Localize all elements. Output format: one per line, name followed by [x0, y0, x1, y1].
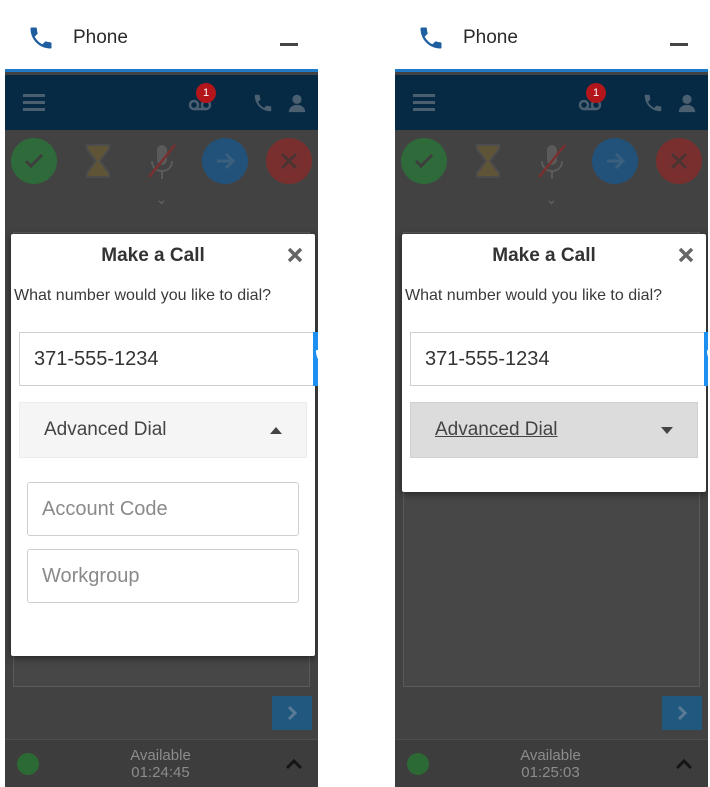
- call-actions: [5, 138, 318, 188]
- phone-icon: [30, 27, 52, 48]
- close-icon[interactable]: [285, 245, 305, 265]
- phone-icon: [316, 350, 318, 359]
- phone-panel-collapsed: Phone 1 ⌄ Available 01:25:03 Make a Call…: [395, 6, 708, 787]
- dialog-title: Make a Call: [492, 245, 596, 266]
- caret-up-icon: [270, 426, 282, 434]
- mute-icon: [147, 144, 176, 179]
- hangup-button[interactable]: [266, 138, 312, 184]
- app-title: Phone: [73, 26, 128, 48]
- status-text: Available 01:24:45: [39, 747, 282, 781]
- chevron-down-icon[interactable]: ⌄: [395, 191, 708, 208]
- dial-row: [410, 332, 708, 386]
- status-time: 01:24:45: [131, 763, 190, 781]
- workgroup-select[interactable]: Workgroup: [27, 549, 299, 603]
- next-button[interactable]: [272, 696, 312, 730]
- hourglass-icon: [475, 144, 500, 178]
- minimize-icon[interactable]: [280, 43, 298, 46]
- answer-button[interactable]: [11, 138, 57, 184]
- close-icon[interactable]: [676, 245, 696, 265]
- status-text: Available 01:25:03: [429, 747, 672, 781]
- account-code-placeholder: Account Code: [42, 497, 168, 520]
- advanced-dial-toggle[interactable]: Advanced Dial: [410, 402, 698, 458]
- transfer-icon: [607, 152, 626, 170]
- dialog-title: Make a Call: [101, 245, 205, 266]
- phone-icon[interactable]: [642, 92, 664, 114]
- title-bar: Phone: [395, 6, 708, 72]
- dialog-header: Make a Call: [11, 234, 315, 278]
- dial-button[interactable]: [704, 332, 708, 386]
- phone-panel-expanded: Phone 1 ⌄ Available 01:24:45 Make a Call…: [5, 6, 318, 787]
- voicemail-button[interactable]: 1: [188, 82, 216, 114]
- make-call-dialog: Make a Call What number would you like t…: [11, 234, 318, 656]
- dial-row: [19, 332, 318, 386]
- phone-icon: [420, 27, 442, 48]
- advanced-dial-toggle[interactable]: Advanced Dial: [19, 402, 307, 458]
- phone-icon[interactable]: [252, 92, 274, 114]
- nav-bar: 1: [5, 75, 318, 130]
- check-icon: [24, 153, 44, 169]
- dial-prompt: What number would you like to dial?: [405, 287, 663, 304]
- hourglass-icon: [85, 144, 110, 178]
- next-button[interactable]: [662, 696, 702, 730]
- hangup-icon: [280, 152, 298, 170]
- user-icon[interactable]: [286, 92, 308, 114]
- available-icon[interactable]: [407, 752, 429, 775]
- status-bar: Available 01:25:03: [395, 739, 708, 787]
- advanced-dial-label: Advanced Dial: [44, 419, 167, 440]
- chevron-up-icon[interactable]: [672, 752, 696, 776]
- hold-button[interactable]: [75, 138, 121, 184]
- transfer-button[interactable]: [592, 138, 639, 184]
- hangup-icon: [670, 152, 688, 170]
- transfer-button[interactable]: [202, 138, 249, 184]
- status-label: Available: [130, 746, 191, 764]
- make-call-dialog: Make a Call What number would you like t…: [402, 234, 708, 492]
- transfer-icon: [217, 152, 236, 170]
- check-icon: [414, 153, 434, 169]
- account-code-select[interactable]: Account Code: [27, 482, 299, 536]
- chevron-right-icon: [287, 705, 298, 721]
- mute-icon: [537, 144, 566, 179]
- workgroup-placeholder: Workgroup: [42, 564, 140, 587]
- status-label: Available: [520, 746, 581, 764]
- call-actions: [395, 138, 708, 188]
- chevron-right-icon: [677, 705, 688, 721]
- chevron-up-icon[interactable]: [282, 752, 306, 776]
- dialog-header: Make a Call: [402, 234, 706, 278]
- voicemail-badge: 1: [196, 82, 216, 103]
- phone-icon: [707, 350, 708, 357]
- available-icon[interactable]: [17, 752, 39, 775]
- chevron-down-icon[interactable]: ⌄: [5, 191, 318, 208]
- phone-number-input[interactable]: [19, 332, 313, 386]
- menu-icon[interactable]: [413, 90, 435, 115]
- voicemail-badge: 1: [586, 82, 606, 103]
- title-bar: Phone: [5, 6, 318, 72]
- hangup-button[interactable]: [656, 138, 702, 184]
- status-bar: Available 01:24:45: [5, 739, 318, 787]
- mute-button[interactable]: [529, 138, 575, 184]
- nav-bar: 1: [395, 75, 708, 130]
- app-title: Phone: [463, 26, 518, 48]
- dial-button[interactable]: [313, 332, 318, 386]
- dial-prompt: What number would you like to dial?: [14, 287, 272, 304]
- mute-button[interactable]: [139, 138, 185, 184]
- answer-button[interactable]: [401, 138, 447, 184]
- minimize-icon[interactable]: [670, 43, 688, 46]
- phone-number-input[interactable]: [410, 332, 704, 386]
- voicemail-button[interactable]: 1: [578, 82, 606, 114]
- menu-icon[interactable]: [23, 90, 45, 115]
- advanced-dial-label: Advanced Dial: [435, 419, 558, 440]
- caret-down-icon: [661, 426, 673, 434]
- user-icon[interactable]: [676, 92, 698, 114]
- status-time: 01:25:03: [521, 763, 580, 781]
- hold-button[interactable]: [465, 138, 511, 184]
